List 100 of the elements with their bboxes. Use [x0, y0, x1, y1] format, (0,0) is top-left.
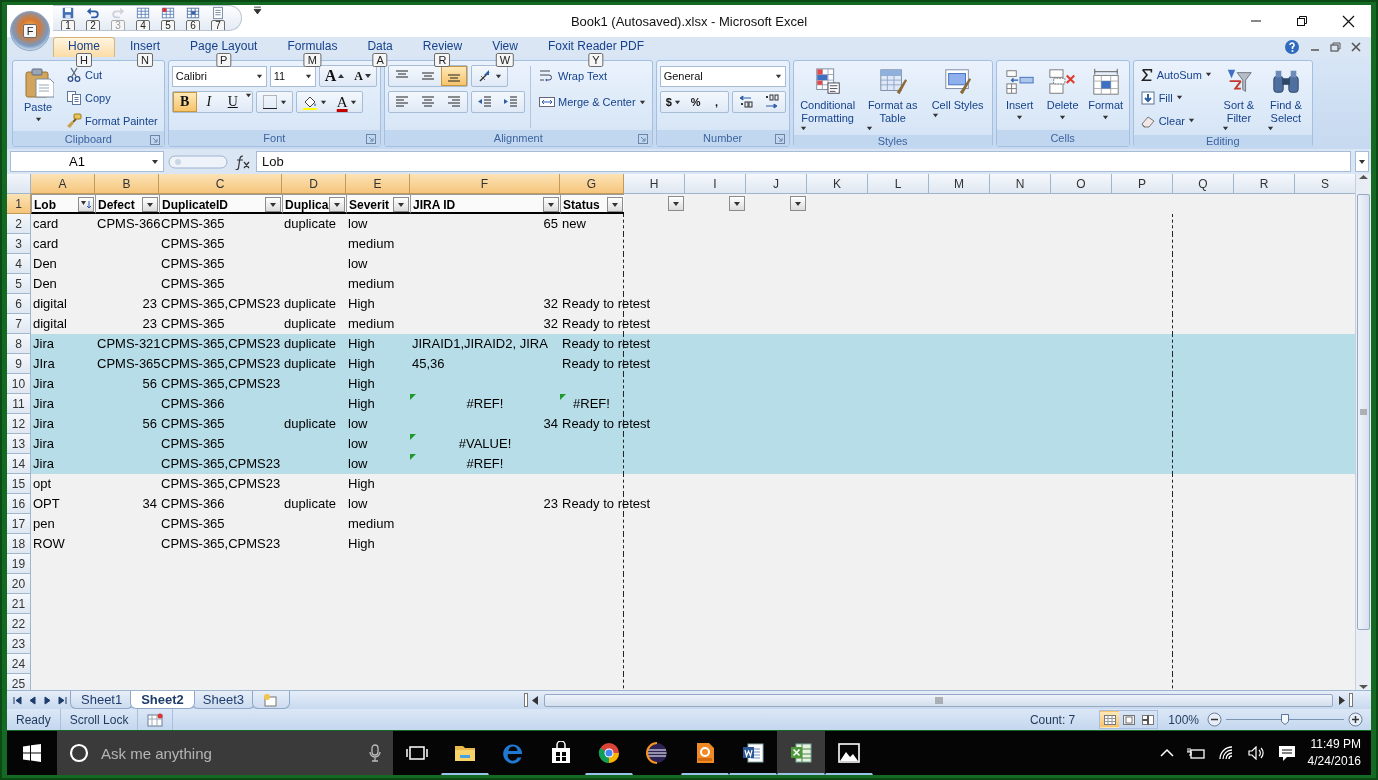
expand-button[interactable]	[1355, 151, 1369, 172]
shrink-font-button[interactable]: A	[349, 66, 376, 86]
row-header[interactable]: 10	[7, 374, 31, 394]
row-header[interactable]: 16	[7, 494, 31, 514]
style-button[interactable]: Cell Styles	[926, 64, 989, 135]
scroll-thumb[interactable]	[1357, 194, 1370, 630]
row-header[interactable]: 17	[7, 514, 31, 534]
formula-field[interactable]: Lob	[256, 151, 1351, 172]
fill-button[interactable]: Fill	[1136, 87, 1215, 108]
comma-button[interactable]: ,	[705, 92, 728, 112]
copy-button[interactable]: Copy	[63, 87, 161, 108]
view-button[interactable]	[1100, 711, 1120, 729]
launcher-icon[interactable]	[773, 133, 786, 145]
sheet-tab[interactable]: Sheet2	[130, 691, 195, 710]
column-header[interactable]: H	[624, 174, 685, 194]
align-bottom-button[interactable]	[441, 66, 467, 86]
column-header[interactable]: A	[31, 174, 95, 194]
row-header[interactable]: 9	[7, 354, 31, 374]
restore-icon[interactable]	[1330, 41, 1341, 53]
cells-button[interactable]: Format	[1085, 64, 1126, 130]
column-header[interactable]: K	[807, 174, 868, 194]
quick-access-button[interactable]: 5	[157, 6, 179, 30]
italic-button[interactable]: I	[196, 92, 221, 112]
notification-icon[interactable]	[1277, 744, 1296, 763]
cells-button[interactable]: Delete	[1042, 64, 1083, 130]
format-painter-button[interactable]: Format Painter	[63, 110, 161, 131]
row-header[interactable]: 11	[7, 394, 31, 414]
row-header[interactable]: 19	[7, 554, 31, 574]
column-header[interactable]: P	[1112, 174, 1173, 194]
style-button[interactable]: Conditional Formatting	[796, 64, 859, 135]
filter-button[interactable]	[729, 196, 745, 211]
quick-access-button[interactable]: 1	[57, 6, 79, 30]
find-select-button[interactable]: Find & Select	[1262, 64, 1309, 135]
filter-button[interactable]	[393, 197, 409, 212]
number-format-field[interactable]: General	[659, 65, 786, 87]
filter-button[interactable]	[607, 197, 623, 212]
autosum-button[interactable]: AutoSum	[1136, 64, 1215, 85]
search-input[interactable]: Ask me anything	[99, 743, 359, 763]
clear-button[interactable]: Clear	[1136, 110, 1215, 131]
row-header[interactable]: 5	[7, 274, 31, 294]
font-size-field[interactable]: 11	[269, 65, 316, 87]
split-handle-icon[interactable]	[524, 693, 529, 708]
row-header[interactable]: 6	[7, 294, 31, 314]
column-header[interactable]: S	[1295, 174, 1356, 194]
launcher-icon[interactable]	[365, 133, 377, 145]
cut-button[interactable]: Cut	[63, 64, 161, 85]
row-header[interactable]: 13	[7, 434, 31, 454]
office-button[interactable]: F	[10, 11, 50, 51]
column-header[interactable]: F	[410, 174, 560, 194]
underline-button[interactable]: U	[220, 92, 245, 112]
first-sheet-icon[interactable]	[13, 695, 22, 705]
filter-button[interactable]	[668, 196, 684, 211]
paste-button[interactable]: Paste	[16, 64, 60, 131]
zoom-slider[interactable]	[1226, 714, 1344, 726]
row-header[interactable]: 18	[7, 534, 31, 554]
cells-button[interactable]: Insert	[999, 64, 1040, 130]
taskbar-app-button[interactable]	[777, 731, 825, 775]
next-sheet-icon[interactable]	[43, 695, 52, 705]
font-name-field[interactable]: Calibri	[171, 65, 267, 87]
wrap-text-button[interactable]: Wrap Text	[536, 65, 611, 87]
row-header[interactable]: 3	[7, 234, 31, 254]
column-header[interactable]: Q	[1173, 174, 1234, 194]
filter-button[interactable]	[543, 197, 559, 212]
percent-button[interactable]: %	[685, 92, 706, 112]
sort-filter-button[interactable]: Sort & Filter	[1217, 64, 1260, 135]
column-header[interactable]: J	[746, 174, 807, 194]
battery-icon[interactable]	[1185, 746, 1206, 761]
left-arrow-icon[interactable]	[532, 695, 539, 705]
last-sheet-icon[interactable]	[58, 695, 67, 705]
row-header[interactable]: 2	[7, 214, 31, 234]
currency-button[interactable]: $	[660, 92, 686, 112]
filter-button[interactable]	[265, 197, 281, 212]
column-header[interactable]: B	[95, 174, 159, 194]
row-header[interactable]: 4	[7, 254, 31, 274]
row-header[interactable]: 7	[7, 314, 31, 334]
ribbon-tab[interactable]: Home	[53, 37, 115, 57]
row-header[interactable]: 24	[7, 654, 31, 674]
column-header[interactable]: M	[929, 174, 990, 194]
row-header[interactable]: 21	[7, 594, 31, 614]
zoom-in-icon[interactable]	[1348, 712, 1363, 728]
launcher-icon[interactable]	[148, 134, 161, 146]
filter-button[interactable]	[329, 197, 345, 212]
row-header[interactable]: 1	[7, 194, 31, 214]
merge-center-button[interactable]: Merge & Center	[536, 91, 649, 113]
name-box[interactable]: A1	[10, 151, 164, 172]
column-header[interactable]: R	[1234, 174, 1295, 194]
column-header[interactable]: D	[282, 174, 346, 194]
speaker-icon[interactable]	[1247, 746, 1266, 761]
split-handle-icon[interactable]	[1349, 693, 1353, 708]
row-header[interactable]: 23	[7, 634, 31, 654]
right-arrow-icon[interactable]	[1339, 695, 1345, 705]
filter-button[interactable]	[78, 197, 94, 212]
column-header[interactable]: N	[990, 174, 1051, 194]
column-header[interactable]: E	[346, 174, 410, 194]
column-header[interactable]: I	[685, 174, 746, 194]
column-header[interactable]: L	[868, 174, 929, 194]
grow-font-button[interactable]: A	[319, 66, 350, 86]
column-header[interactable]: O	[1051, 174, 1112, 194]
style-button[interactable]: Format as Table	[861, 64, 924, 135]
row-header[interactable]: 15	[7, 474, 31, 494]
